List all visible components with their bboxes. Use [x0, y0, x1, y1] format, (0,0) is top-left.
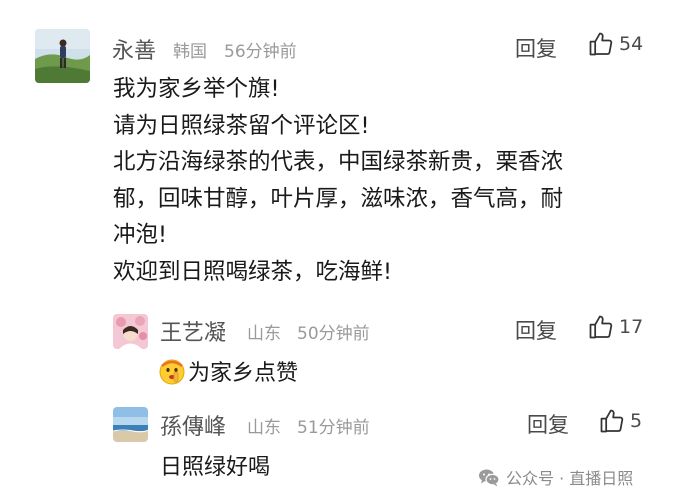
avatar[interactable] [113, 407, 148, 442]
reply-button[interactable]: 回复 [527, 409, 569, 439]
comment-line: 我为家乡举个旗! [113, 76, 280, 102]
like-count: 54 [619, 33, 644, 55]
thumbs-up-icon [598, 407, 626, 435]
like-count: 5 [630, 410, 643, 432]
like-button[interactable]: 5 [598, 407, 642, 435]
username[interactable]: 孫傳峰 [160, 409, 226, 441]
comment-line: 郁，回味甘醇，叶片厚，滋味浓，香气高，耐 [113, 185, 564, 212]
comment-time: 50分钟前 [297, 324, 370, 344]
reply-text: 日照绿好喝 [160, 455, 271, 480]
reply-button[interactable]: 回复 [515, 33, 557, 63]
like-button[interactable]: 17 [587, 313, 643, 341]
comment-time: 56分钟前 [224, 42, 297, 62]
comment-location: 山东 [247, 324, 281, 344]
reply-body: 为家乡点赞 [158, 355, 298, 387]
comment-time: 51分钟前 [297, 418, 370, 438]
shushing-face-emoji-icon [158, 357, 186, 385]
reply-button[interactable]: 回复 [515, 315, 557, 345]
watermark-text: 公众号 · 直播日照 [506, 469, 634, 488]
like-count: 17 [619, 316, 644, 338]
avatar[interactable] [35, 29, 90, 83]
comment-line: 欢迎到日照喝绿茶，吃海鲜! [113, 258, 393, 285]
watermark: 公众号 · 直播日照 [478, 465, 633, 489]
comment-location: 山东 [247, 418, 281, 438]
like-button[interactable]: 54 [587, 30, 643, 58]
comment-line: 北方沿海绿茶的代表，中国绿茶新贵，栗香浓 [113, 149, 564, 175]
thumbs-up-icon [587, 30, 615, 58]
comment-line: 请为日照绿茶留个评论区! [113, 112, 370, 139]
avatar[interactable] [113, 314, 148, 349]
reply-text: 为家乡点赞 [188, 361, 299, 386]
reply-body: 日照绿好喝 [160, 449, 270, 481]
comment-location: 韩国 [173, 42, 207, 62]
comment-body: 我为家乡举个旗! 请为日照绿茶留个评论区! 北方沿海绿茶的代表，中国绿茶新贵，栗… [113, 71, 653, 290]
username[interactable]: 永善 [112, 33, 156, 65]
comment-line: 冲泡! [113, 222, 168, 248]
wechat-icon [478, 468, 500, 487]
username[interactable]: 王艺凝 [160, 315, 226, 347]
thumbs-up-icon [587, 313, 615, 341]
